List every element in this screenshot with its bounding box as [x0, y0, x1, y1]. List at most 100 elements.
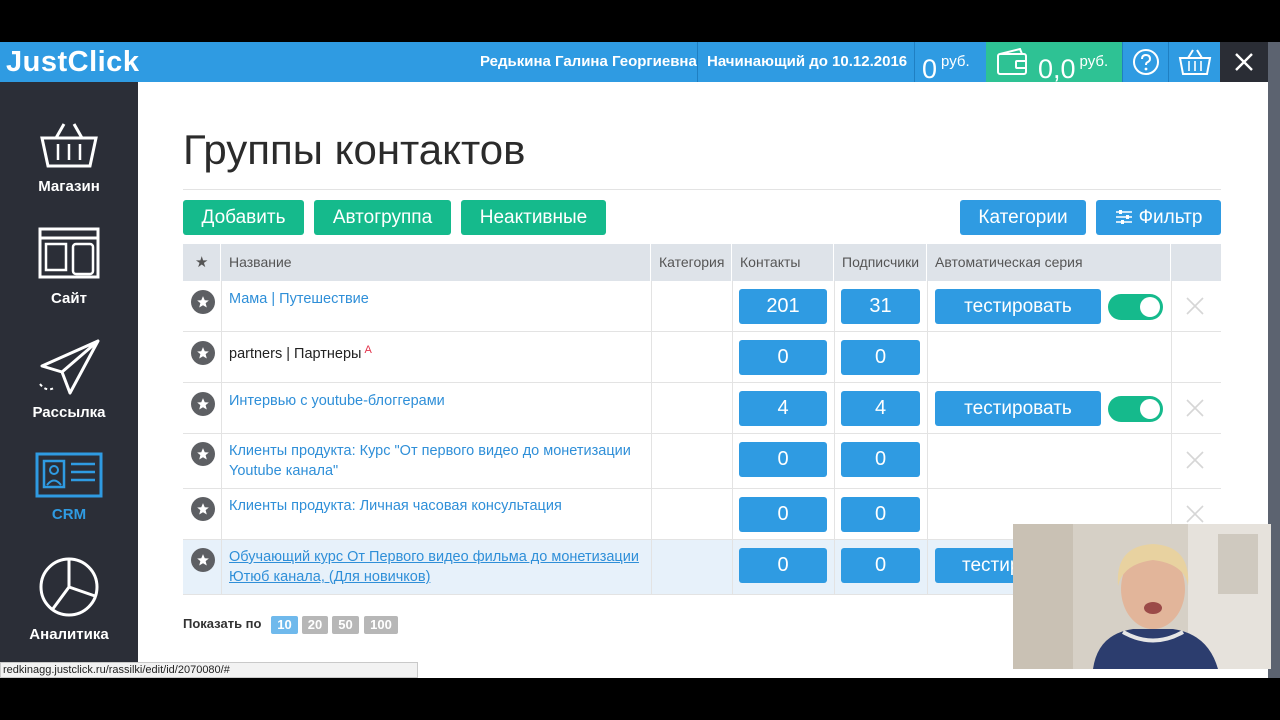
favorite-star-button[interactable] — [191, 341, 215, 365]
table-row: Интервью с youtube-блоггерами 4 4 тестир… — [183, 383, 1221, 434]
divider — [221, 332, 222, 383]
divider — [732, 540, 733, 595]
subscribers-column-header[interactable]: Подписчики — [834, 244, 927, 281]
contacts-column-header[interactable]: Контакты — [732, 244, 834, 281]
app-logo[interactable]: JustClick — [6, 46, 139, 79]
subscribers-count-button[interactable]: 4 — [841, 391, 920, 426]
autogroup-button[interactable]: Автогруппа — [314, 200, 451, 235]
webcam-overlay — [1013, 524, 1271, 669]
categories-button[interactable]: Категории — [960, 200, 1086, 235]
sidebar: Магазин Сайт Рассылка CRM Аналитика — [0, 82, 138, 678]
subscribers-count-button[interactable]: 0 — [841, 442, 920, 477]
divider — [732, 489, 733, 540]
filter-button[interactable]: Фильтр — [1096, 200, 1221, 235]
sidebar-item-shop[interactable]: Магазин — [0, 120, 138, 195]
table-row: partners | Партнеры A 0 0 — [183, 332, 1221, 383]
help-icon — [1132, 49, 1159, 75]
divider — [732, 383, 733, 434]
page-size-label: Показать по — [183, 616, 262, 631]
divider — [1171, 434, 1172, 489]
group-name-link[interactable]: Интервью с youtube-блоггерами — [229, 391, 649, 411]
favorite-star-button[interactable] — [191, 548, 215, 572]
favorite-star-button[interactable] — [191, 497, 215, 521]
contacts-count-button[interactable]: 0 — [739, 340, 827, 375]
delete-icon[interactable] — [1185, 504, 1205, 524]
divider — [651, 434, 652, 489]
sidebar-item-analytics[interactable]: Аналитика — [0, 556, 138, 643]
help-button[interactable] — [1122, 42, 1168, 82]
favorite-star-button[interactable] — [191, 442, 215, 466]
plan-status[interactable]: Начинающий до 10.12.2016 — [699, 42, 915, 82]
star-icon — [197, 448, 209, 460]
star-column-header[interactable]: ★ — [183, 244, 221, 281]
add-button[interactable]: Добавить — [183, 200, 304, 235]
divider — [914, 42, 915, 82]
group-name[interactable]: partners | Партнеры A — [229, 340, 649, 364]
table-header: ★ Название Категория Контакты Подписчики… — [183, 244, 1221, 281]
wallet-button[interactable]: 0,0 руб. — [986, 42, 1122, 84]
page-size-50[interactable]: 50 — [332, 616, 359, 634]
divider — [221, 383, 222, 434]
top-bar: JustClick Редькина Галина Георгиевна Нач… — [0, 42, 1280, 84]
delete-icon[interactable] — [1185, 296, 1205, 316]
delete-icon[interactable] — [1185, 398, 1205, 418]
cart-button[interactable] — [1168, 42, 1220, 82]
series-toggle[interactable] — [1108, 294, 1163, 320]
page-size-20[interactable]: 20 — [302, 616, 328, 634]
divider — [1171, 281, 1172, 332]
sidebar-item-label: Сайт — [51, 290, 87, 307]
contacts-count-button[interactable]: 4 — [739, 391, 827, 426]
subscribers-count-button[interactable]: 31 — [841, 289, 920, 324]
group-name-link[interactable]: Клиенты продукта: Курс "От первого видео… — [229, 441, 649, 481]
contacts-count-button[interactable]: 0 — [739, 548, 827, 583]
series-toggle[interactable] — [1108, 396, 1163, 422]
group-name-link[interactable]: Обучающий курс От Первого видео фильма д… — [229, 547, 649, 587]
contacts-count-button[interactable]: 201 — [739, 289, 827, 324]
divider — [834, 540, 835, 595]
close-button[interactable] — [1220, 42, 1268, 82]
sidebar-item-mailing[interactable]: Рассылка — [0, 338, 138, 421]
paper-plane-icon — [39, 339, 100, 395]
contact-card-icon — [35, 452, 103, 498]
auto-group-badge: A — [364, 344, 372, 356]
balance-currency: руб. — [941, 53, 970, 70]
divider — [732, 332, 733, 383]
group-name-link[interactable]: Мама | Путешествие — [229, 289, 649, 309]
contacts-count-button[interactable]: 0 — [739, 497, 827, 532]
inactive-button[interactable]: Неактивные — [461, 200, 606, 235]
sidebar-item-label: CRM — [51, 506, 87, 523]
divider — [651, 489, 652, 540]
user-name[interactable]: Редькина Галина Георгиевна — [470, 42, 707, 82]
test-series-button[interactable]: тестировать — [935, 289, 1101, 324]
divider — [927, 332, 928, 383]
divider — [732, 434, 733, 489]
status-bar-url: redkinagg.justclick.ru/rassilki/edit/id/… — [0, 662, 418, 678]
sidebar-item-site[interactable]: Сайт — [0, 226, 138, 307]
star-icon — [197, 347, 209, 359]
page-size-100[interactable]: 100 — [364, 616, 398, 634]
table-row: Клиенты продукта: Курс "От первого видео… — [183, 434, 1221, 489]
pie-chart-icon — [39, 557, 99, 617]
subscribers-count-button[interactable]: 0 — [841, 497, 920, 532]
favorite-star-button[interactable] — [191, 290, 215, 314]
divider — [834, 489, 835, 540]
delete-icon[interactable] — [1185, 450, 1205, 470]
favorite-star-button[interactable] — [191, 392, 215, 416]
wallet-icon — [997, 48, 1027, 75]
balance[interactable]: 0 руб. — [922, 42, 970, 84]
subscribers-count-button[interactable]: 0 — [841, 548, 920, 583]
filter-button-label: Фильтр — [1138, 207, 1203, 228]
divider — [1171, 383, 1172, 434]
name-column-header[interactable]: Название — [221, 244, 651, 281]
test-series-button[interactable]: тестировать — [935, 391, 1101, 426]
subscribers-count-button[interactable]: 0 — [841, 340, 920, 375]
contacts-count-button[interactable]: 0 — [739, 442, 827, 477]
sidebar-item-crm[interactable]: CRM — [0, 452, 138, 523]
divider — [834, 383, 835, 434]
star-icon — [197, 296, 209, 308]
divider — [221, 540, 222, 595]
category-column-header[interactable]: Категория — [651, 244, 732, 281]
group-name-link[interactable]: Клиенты продукта: Личная часовая консуль… — [229, 496, 649, 516]
divider — [1171, 332, 1172, 383]
page-size-10[interactable]: 10 — [271, 616, 298, 634]
